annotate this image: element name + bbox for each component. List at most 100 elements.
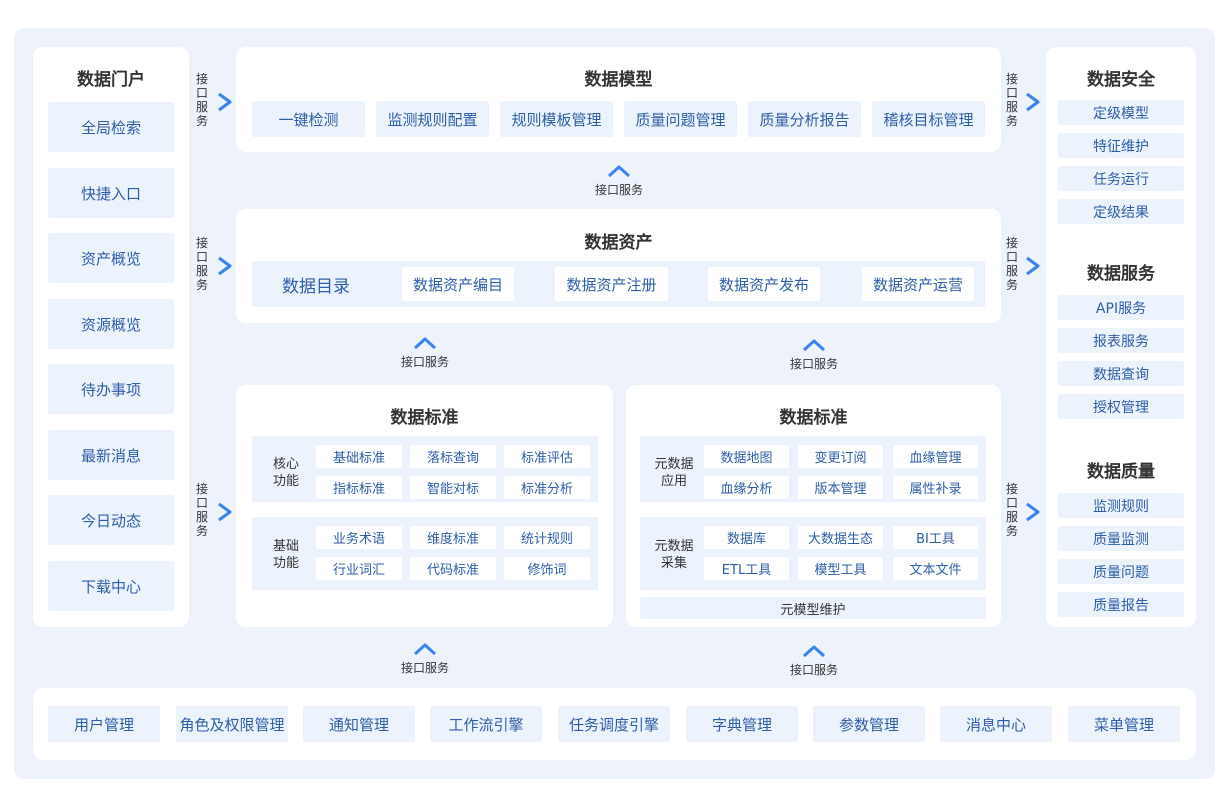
bottom-item-role[interactable]: 角色及权限管理 [176,706,288,742]
portal-panel: 数据门户 全局检索 快捷入口 资产概览 资源概览 待办事项 最新消息 今日动态 … [33,47,189,627]
chevron-right-icon [218,92,232,112]
chevron-up-icon [802,645,826,658]
bottom-item-params[interactable]: 参数管理 [813,706,925,742]
model-item-issue[interactable]: 质量问题管理 [624,101,737,137]
assets-item-catalog[interactable]: 数据资产编目 [402,267,514,301]
bottom-item-messages[interactable]: 消息中心 [940,706,1052,742]
security-item-task[interactable]: 任务运行 [1058,166,1184,191]
data-assets-title: 数据资产 [584,233,653,253]
portal-item-search[interactable]: 全局检索 [48,102,174,152]
model-item-audit[interactable]: 稽核目标管理 [872,101,985,137]
bottom-item-workflow[interactable]: 工作流引擎 [430,706,542,742]
std-item-eval[interactable]: 标准评估 [504,445,590,468]
security-item-model[interactable]: 定级模型 [1058,100,1184,125]
std-item-analysis[interactable]: 标准分析 [504,476,590,499]
meta-item-model-tool[interactable]: 模型工具 [798,557,883,580]
quality-item-rules[interactable]: 监测规则 [1058,493,1184,518]
std-item-modifier[interactable]: 修饰词 [504,557,590,580]
data-model-title: 数据模型 [584,70,653,90]
portal-item-download[interactable]: 下载中心 [48,561,174,611]
standard-right-title: 数据标准 [779,408,848,428]
portal-item-asset-overview[interactable]: 资产概览 [48,233,174,283]
std-item-code[interactable]: 代码标准 [410,557,496,580]
meta-item-lineage-mgmt[interactable]: 血缘管理 [893,445,978,468]
core-functions-label: 核心 功能 [272,457,299,489]
right-services-panel: 数据安全 定级模型 特征维护 任务运行 定级结果 数据服务 API服务 报表服务… [1046,47,1196,627]
chevron-right-icon [1026,256,1040,276]
metadata-collect-label: 元数据 采集 [654,539,694,571]
std-item-basic[interactable]: 基础标准 [316,445,402,468]
meta-item-subscribe[interactable]: 变更订阅 [798,445,883,468]
meta-item-bigdata[interactable]: 大数据生态 [798,526,883,549]
portal-item-today[interactable]: 今日动态 [48,495,174,545]
portal-item-news[interactable]: 最新消息 [48,430,174,480]
service-item-report[interactable]: 报表服务 [1058,328,1184,353]
data-standard-panel-right: 数据标准 元数据 应用 数据地图 变更订阅 血缘管理 血缘分析 版本管理 属性补录… [626,385,1001,627]
std-item-dimension[interactable]: 维度标准 [410,526,496,549]
meta-item-database[interactable]: 数据库 [704,526,789,549]
chevron-up-icon [802,339,826,352]
meta-item-bi[interactable]: BI工具 [893,526,978,549]
model-item-report[interactable]: 质量分析报告 [748,101,861,137]
interface-connector: 接口服务 [774,337,854,372]
bottom-item-menu[interactable]: 菜单管理 [1068,706,1180,742]
meta-item-etl[interactable]: ETL工具 [704,557,789,580]
std-item-metric[interactable]: 指标标准 [316,476,402,499]
interface-connector: 接口服务 [385,335,465,370]
chevron-right-icon [218,502,232,522]
quality-item-monitor[interactable]: 质量监测 [1058,526,1184,551]
service-title: 数据服务 [1087,264,1155,284]
standard-left-title: 数据标准 [390,408,459,428]
std-item-vocab[interactable]: 行业词汇 [316,557,402,580]
bottom-item-dict[interactable]: 字典管理 [686,706,798,742]
portal-item-shortcut[interactable]: 快捷入口 [48,168,174,218]
interface-connector: 接口服务 [385,641,465,676]
security-item-result[interactable]: 定级结果 [1058,199,1184,224]
base-functions-label: 基础 功能 [272,539,299,571]
bottom-item-scheduler[interactable]: 任务调度引擎 [558,706,670,742]
portal-item-resource-overview[interactable]: 资源概览 [48,299,174,349]
data-assets-panel: 数据资产 数据目录 数据资产编目 数据资产注册 数据资产发布 数据资产运营 [236,209,1001,323]
model-item-template[interactable]: 规则模板管理 [500,101,613,137]
assets-catalog-label[interactable]: 数据目录 [282,272,350,297]
std-item-stat-rule[interactable]: 统计规则 [504,526,590,549]
interface-label: 接口服务 [789,663,838,677]
quality-item-report[interactable]: 质量报告 [1058,592,1184,617]
model-item-detect[interactable]: 一键检测 [252,101,365,137]
chevron-right-icon [1026,502,1040,522]
portal-item-todo[interactable]: 待办事项 [48,364,174,414]
quality-item-issues[interactable]: 质量问题 [1058,559,1184,584]
portal-title: 数据门户 [77,70,145,90]
meta-model-maintenance[interactable]: 元模型维护 [640,597,986,619]
std-item-query[interactable]: 落标查询 [410,445,496,468]
platform-bar: 用户管理 角色及权限管理 通知管理 工作流引擎 任务调度引擎 字典管理 参数管理… [33,688,1196,760]
std-item-term[interactable]: 业务术语 [316,526,402,549]
interface-label: 接口服务 [1005,72,1018,128]
chevron-up-icon [413,337,437,350]
data-standard-panel-left: 数据标准 核心 功能 基础标准 落标查询 标准评估 指标标准 智能对标 标准分析 … [236,385,613,627]
quality-title: 数据质量 [1087,462,1155,482]
interface-label: 接口服务 [1005,482,1018,538]
interface-connector: 接口服务 [774,643,854,678]
meta-item-attribute[interactable]: 属性补录 [893,476,978,499]
model-item-rule-config[interactable]: 监测规则配置 [376,101,489,137]
interface-label: 接口服务 [195,482,208,538]
assets-item-register[interactable]: 数据资产注册 [555,267,668,301]
meta-item-version[interactable]: 版本管理 [798,476,883,499]
service-item-api[interactable]: API服务 [1058,295,1184,320]
bottom-item-user[interactable]: 用户管理 [48,706,160,742]
security-item-feature[interactable]: 特征维护 [1058,133,1184,158]
data-model-panel: 数据模型 一键检测 监测规则配置 规则模板管理 质量问题管理 质量分析报告 稽核… [236,47,1001,152]
interface-label: 接口服务 [195,236,208,292]
meta-item-text-file[interactable]: 文本文件 [893,557,978,580]
security-title: 数据安全 [1087,70,1155,90]
service-item-query[interactable]: 数据查询 [1058,361,1184,386]
meta-item-map[interactable]: 数据地图 [704,445,789,468]
std-item-match[interactable]: 智能对标 [410,476,496,499]
assets-item-publish[interactable]: 数据资产发布 [708,267,820,301]
service-item-auth[interactable]: 授权管理 [1058,394,1184,419]
interface-label: 接口服务 [594,183,643,197]
meta-item-lineage-analysis[interactable]: 血缘分析 [704,476,789,499]
bottom-item-notify[interactable]: 通知管理 [303,706,415,742]
assets-item-operation[interactable]: 数据资产运营 [862,267,974,301]
